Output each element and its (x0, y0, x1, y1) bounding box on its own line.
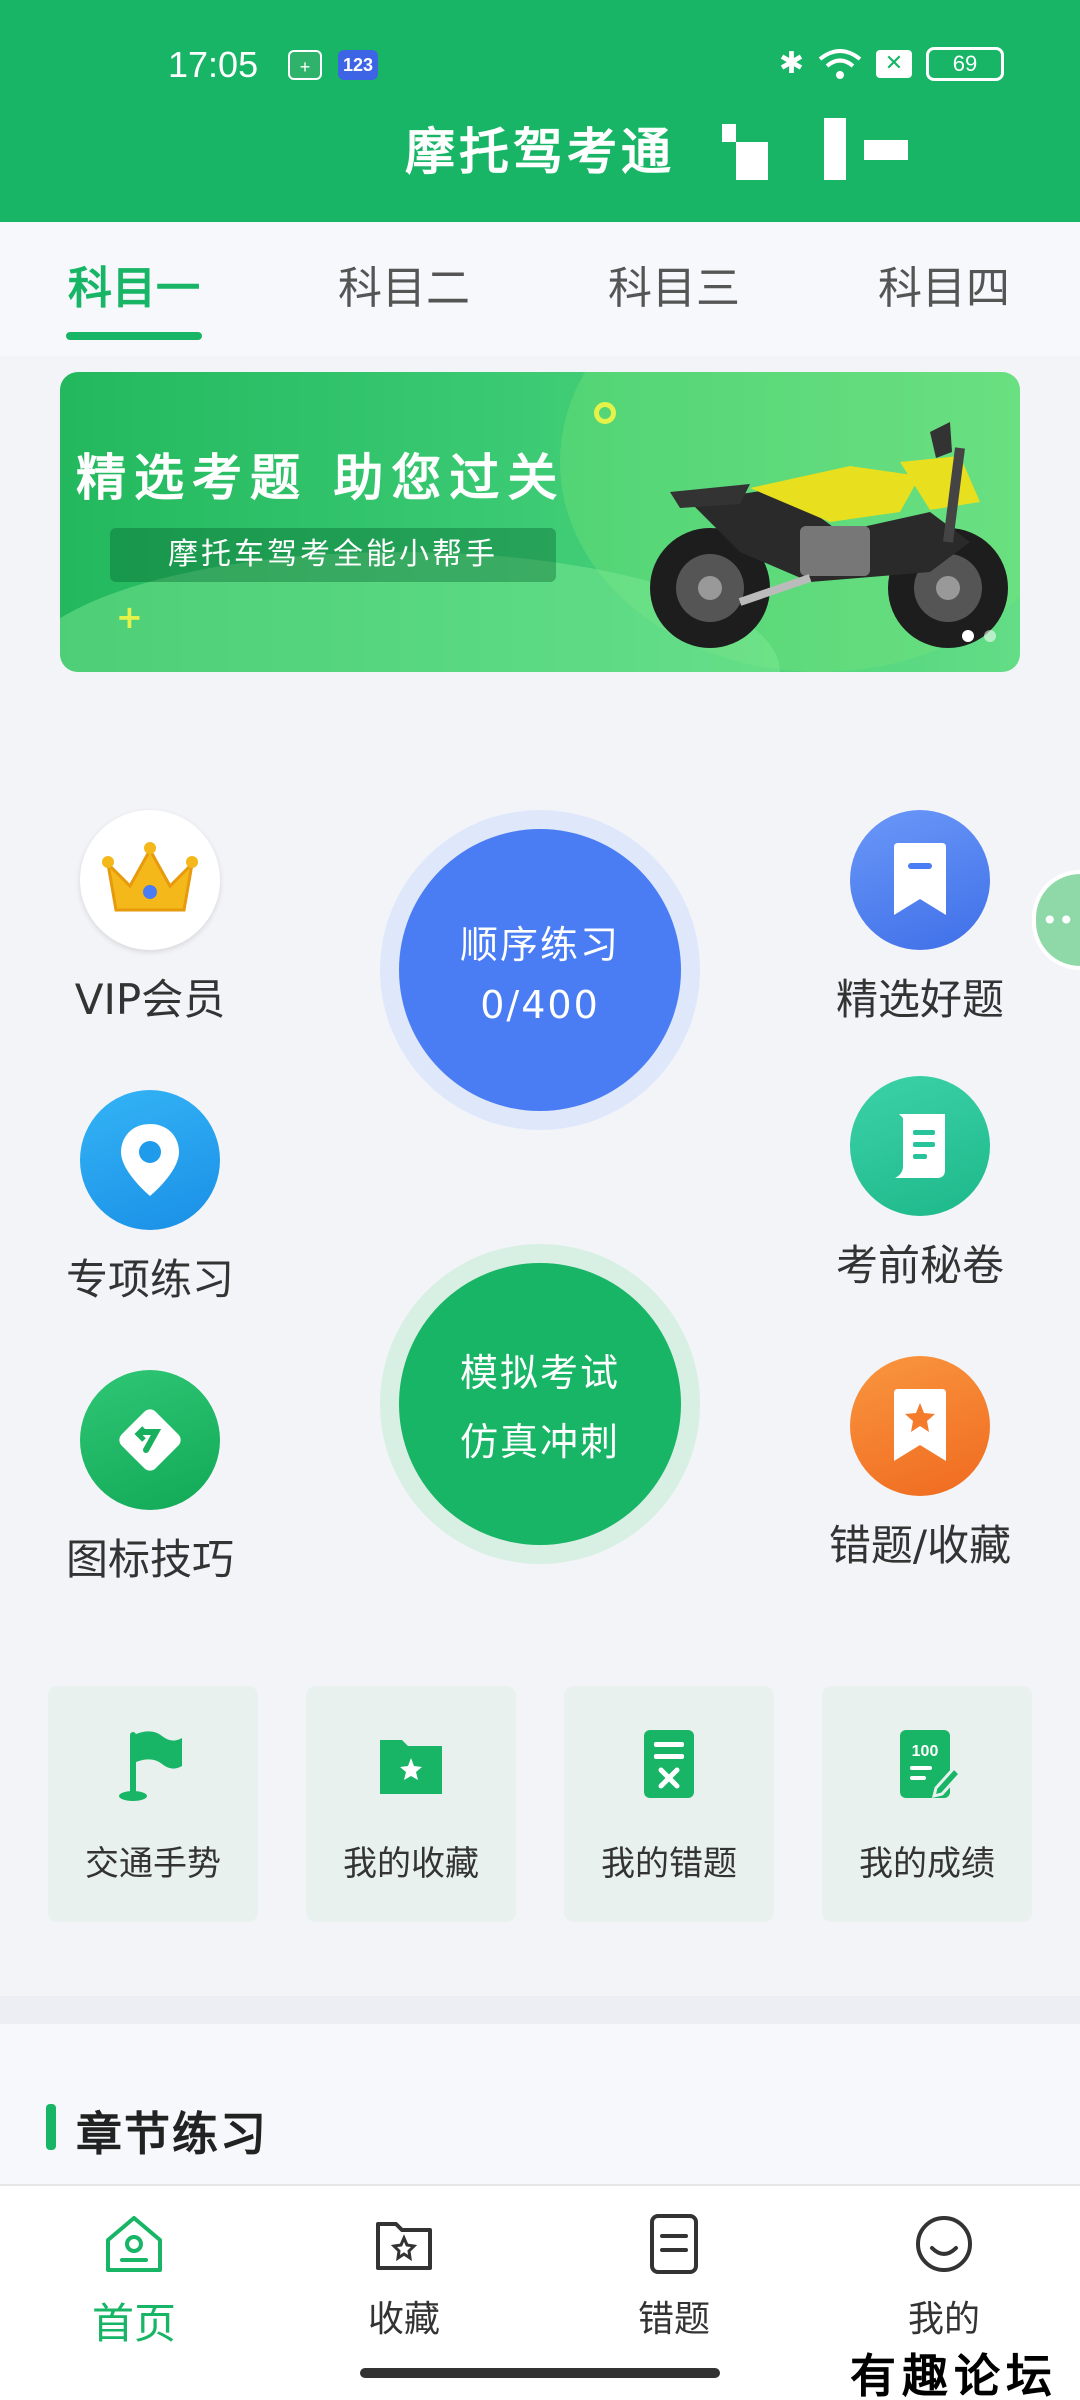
banner-title: 精选考题 助您过关 (76, 449, 566, 507)
carousel-dot (984, 630, 996, 642)
motorcycle-image (650, 422, 1008, 648)
tab-subject-2[interactable]: 科目二 (304, 252, 504, 316)
mock-exam-button[interactable]: 模拟考试 仿真冲刺 (380, 1244, 700, 1564)
wrong-doc-icon (644, 1730, 694, 1798)
selected-questions-button[interactable]: 精选好题 (800, 810, 1040, 1027)
road-sign-icon (80, 1370, 220, 1510)
subject-tabs: 科目一 科目二 科目三 科目四 (0, 222, 1080, 356)
score-doc-icon: 100 (900, 1730, 963, 1799)
carousel-dots (962, 630, 996, 642)
secret-paper-label: 考前秘卷 (835, 1241, 1004, 1290)
sequence-progress: 0/400 (480, 982, 600, 1027)
tab-subject-4[interactable]: 科目四 (844, 252, 1044, 316)
my-scores-card[interactable]: 100 我的成绩 (822, 1686, 1032, 1922)
svg-text:100: 100 (912, 1743, 939, 1760)
nav-wrong-questions[interactable]: 错题 (574, 2212, 774, 2342)
plus-decoration: + (116, 598, 143, 636)
home-icon (106, 2216, 162, 2272)
wrong-favorites-label: 错题/收藏 (828, 1521, 1012, 1570)
mock-exam-circle: 模拟考试 仿真冲刺 (399, 1263, 681, 1545)
nav-profile-label: 我的 (907, 2299, 980, 2340)
star-folder-icon (380, 1740, 442, 1794)
blur-block (864, 140, 908, 160)
status-right: ✱ ✕ 69 (779, 46, 1004, 81)
mock-exam-sub: 仿真冲刺 (459, 1420, 620, 1464)
star-bookmark-icon (850, 1356, 990, 1496)
promo-banner[interactable]: + 精选考题 助您过关 摩托车驾考全能小帮手 (60, 372, 1020, 672)
nav-favorites[interactable]: 收藏 (304, 2212, 504, 2342)
flag-icon (119, 1731, 182, 1801)
active-tab-indicator (66, 332, 202, 340)
app-header: 17:05 + 123 ✱ ✕ 69 摩托驾考通 (0, 0, 1080, 222)
sequence-practice-label: 顺序练习 (459, 922, 620, 967)
sim-off-icon: ✕ (876, 49, 912, 78)
section-title[interactable]: 章节练习 (76, 2098, 268, 2164)
sign-tips-button[interactable]: 图标技巧 (30, 1370, 270, 1587)
sequence-practice-button[interactable]: 顺序练习 0/400 (380, 810, 700, 1130)
nav-favorites-label: 收藏 (367, 2299, 440, 2340)
special-practice-label: 专项练习 (65, 1255, 234, 1304)
watermark-text: 有趣论坛 (850, 2349, 1058, 2400)
section-accent-bar (46, 2104, 56, 2150)
vip-label: VIP会员 (74, 975, 226, 1024)
my-favorites-label: 我的收藏 (343, 1844, 479, 1884)
wrong-favorites-button[interactable]: 错题/收藏 (800, 1356, 1040, 1573)
crown-icon (80, 810, 220, 950)
nav-home[interactable]: 首页 (34, 2212, 234, 2351)
app-title: 摩托驾考通 (405, 123, 675, 181)
chapter-practice-section: 章节练习 (0, 2024, 1080, 2184)
smile-icon (916, 2216, 972, 2272)
my-wrong-questions-card[interactable]: 我的错题 (564, 1686, 774, 1922)
list-doc-icon (650, 2214, 698, 2274)
tab-subject-1[interactable]: 科目一 (34, 252, 234, 316)
blur-block (722, 124, 736, 142)
bookmark-icon (850, 810, 990, 950)
more-dots-icon: •• (1041, 903, 1075, 937)
secret-paper-button[interactable]: 考前秘卷 (800, 1076, 1040, 1293)
home-indicator[interactable] (360, 2368, 720, 2378)
shield-status-icon: + (288, 50, 322, 80)
mock-exam-label: 模拟考试 (459, 1351, 620, 1395)
banner-subtitle: 摩托车驾考全能小帮手 (110, 528, 556, 582)
sequence-practice-circle: 顺序练习 0/400 (399, 829, 681, 1111)
my-scores-label: 我的成绩 (859, 1844, 995, 1884)
section-divider (0, 1996, 1080, 2024)
star-folder-icon (376, 2222, 432, 2270)
location-pin-icon (80, 1090, 220, 1230)
ring-decoration (594, 402, 616, 424)
my-favorites-card[interactable]: 我的收藏 (306, 1686, 516, 1922)
number-status-icon: 123 (338, 50, 378, 80)
battery-indicator: 69 (926, 46, 1004, 81)
vip-member-button[interactable]: VIP会员 (30, 810, 270, 1027)
blur-block (736, 142, 768, 180)
nav-wrong-questions-label: 错题 (637, 2299, 710, 2340)
bluetooth-icon: ✱ (778, 46, 804, 81)
scroll-icon (850, 1076, 990, 1216)
sign-tips-label: 图标技巧 (65, 1535, 234, 1584)
nav-profile[interactable]: 我的 (844, 2212, 1044, 2342)
traffic-gesture-label: 交通手势 (85, 1844, 221, 1884)
blur-block (824, 118, 846, 180)
special-practice-button[interactable]: 专项练习 (30, 1090, 270, 1307)
carousel-dot (962, 630, 974, 642)
selected-questions-label: 精选好题 (835, 975, 1004, 1024)
traffic-gesture-card[interactable]: 交通手势 (48, 1686, 258, 1922)
wifi-icon (818, 48, 862, 79)
status-time: 17:05 (168, 44, 259, 85)
nav-home-label: 首页 (91, 2299, 176, 2348)
tab-subject-3[interactable]: 科目三 (574, 252, 774, 316)
my-wrong-questions-label: 我的错题 (601, 1844, 737, 1884)
